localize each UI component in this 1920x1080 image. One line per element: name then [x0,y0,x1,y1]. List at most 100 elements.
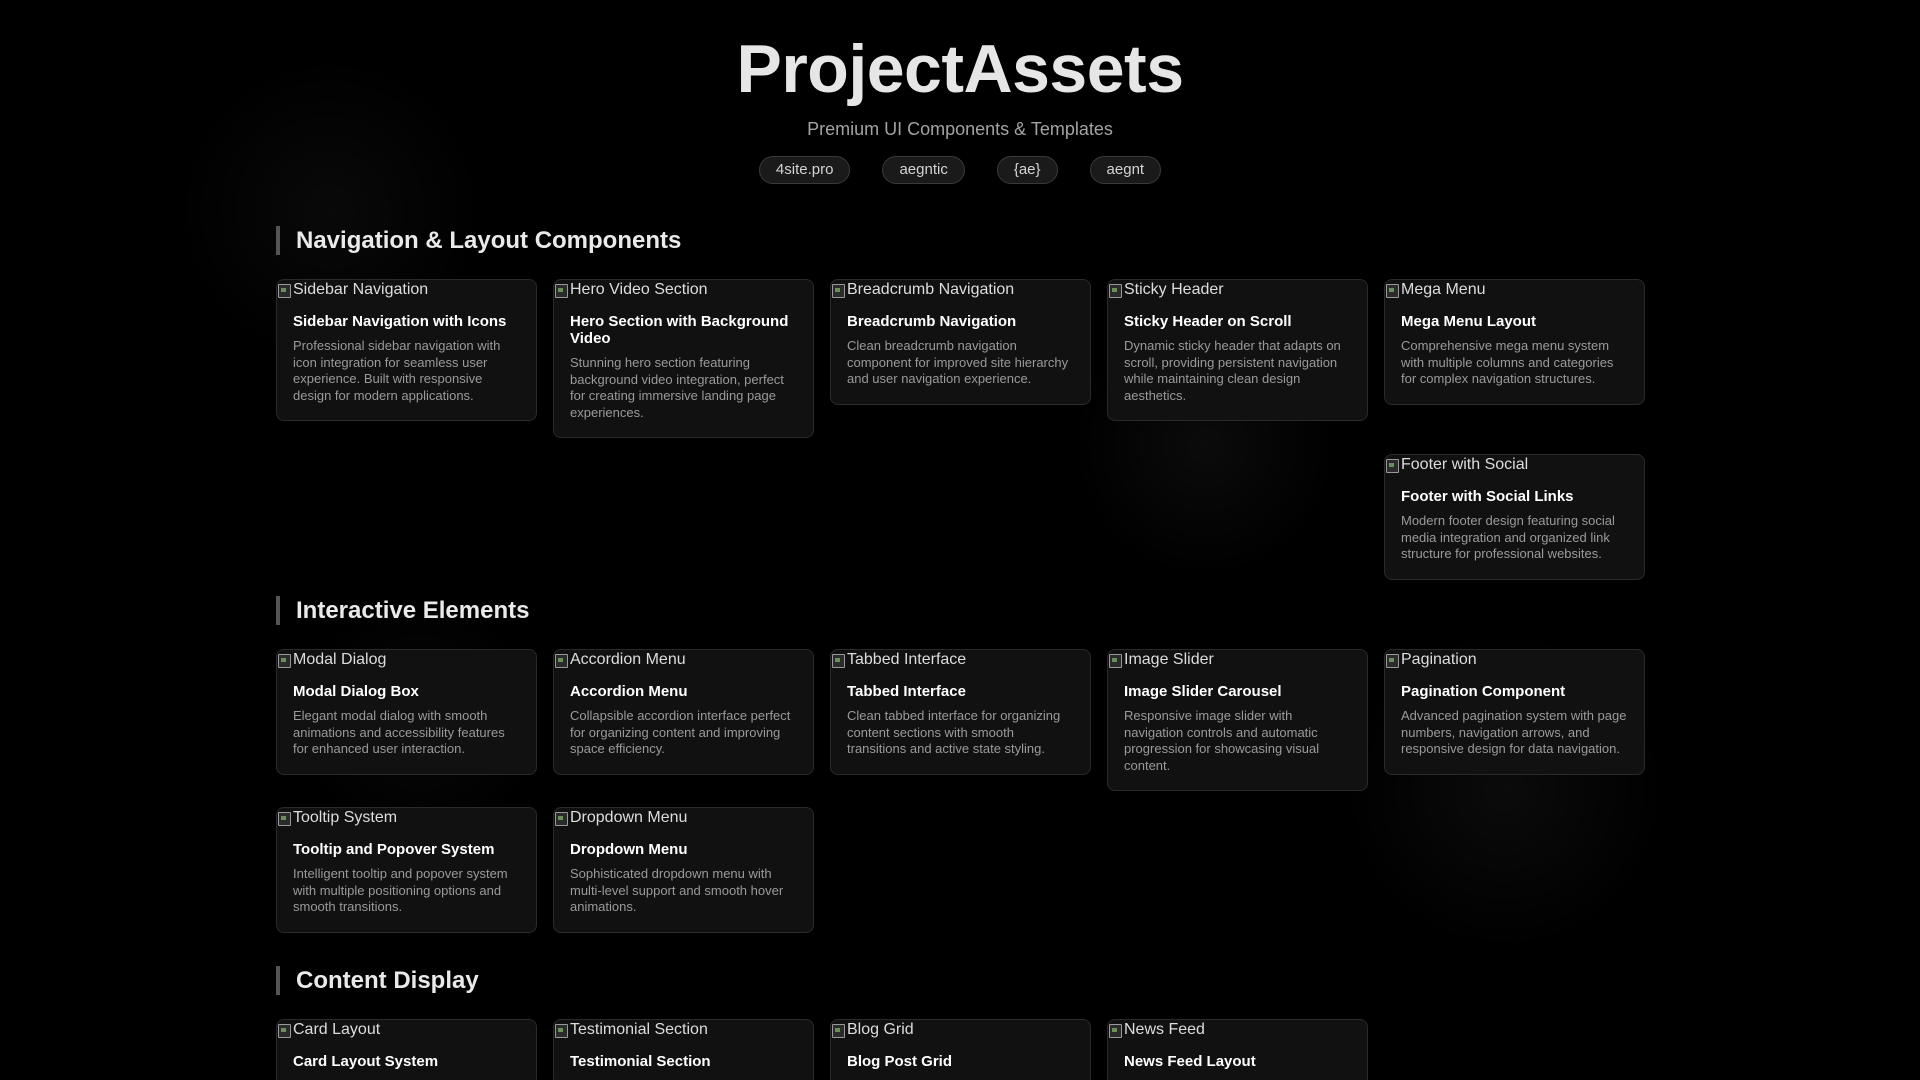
broken-image-icon [831,652,845,668]
site-title: ProjectAssets [736,31,1184,107]
broken-image-icon [1108,282,1122,298]
card-body: Card Layout System [277,1039,536,1070]
component-card[interactable]: Hero Video Section Hero Section with Back… [553,279,814,438]
component-card[interactable]: Image Slider Image Slider Carousel Respons… [1107,649,1368,791]
component-card[interactable]: Sidebar Navigation Sidebar Navigation wit… [276,279,537,421]
section-title: Interactive Elements [276,596,1644,625]
component-card[interactable]: Tabbed Interface Tabbed Interface Clean ta… [830,649,1091,775]
card-body: Pagination Component Advanced pagination … [1385,669,1644,758]
card-description: Stunning hero section featuring backgrou… [570,355,784,420]
tag-4site-pro[interactable]: 4site.pro [758,156,851,184]
broken-image-icon [554,810,568,826]
card-image: Mega Menu [1385,280,1644,299]
card-image: Card Layout [277,1020,536,1039]
card-image: Tooltip System [277,808,536,827]
site-header: ProjectAssets Premium UI Components & Te… [0,0,1920,184]
tag-aegntic[interactable]: aegntic [882,156,965,184]
card-body: Testimonial Section [554,1039,813,1070]
component-grid: Modal Dialog Modal Dialog Box Elegant moda… [276,649,1645,933]
component-card[interactable]: Modal Dialog Modal Dialog Box Elegant moda… [276,649,537,775]
card-title: Image Slider Carousel [1124,683,1282,700]
section-1: Interactive Elements Modal Dialog Modal Di… [276,596,1645,933]
component-card[interactable]: Breadcrumb Navigation Breadcrumb Navigati… [830,279,1091,405]
tag-ae[interactable]: {ae} [996,156,1058,184]
card-image: News Feed [1108,1020,1367,1039]
card-image-alt-text: Modal Dialog [293,651,387,668]
section-2: Content Display Card Layout Card Layout Sy… [276,966,1644,1080]
broken-image-icon [1385,282,1399,298]
card-title: Testimonial Section [570,1053,711,1070]
card-image: Sidebar Navigation [277,280,536,299]
card-image-alt-text: Footer with Social [1401,456,1529,473]
component-card[interactable]: Accordion Menu Accordion Menu Collapsible … [553,649,814,775]
card-description: Modern footer design featuring social me… [1401,513,1615,561]
section-title: Navigation & Layout Components [276,226,1644,255]
broken-image-icon [1108,1022,1122,1038]
card-image: Breadcrumb Navigation [831,280,1090,299]
broken-image-icon [831,1022,845,1038]
card-image-alt-text: Tabbed Interface [847,651,967,668]
card-title: Accordion Menu [570,683,688,700]
card-image-alt-text: Accordion Menu [570,651,686,668]
card-title: Modal Dialog Box [293,683,419,700]
card-title: Pagination Component [1401,683,1566,700]
card-image-alt-text: Breadcrumb Navigation [847,281,1015,298]
card-image: Sticky Header [1108,280,1367,299]
card-title: Mega Menu Layout [1401,313,1537,330]
card-image: Dropdown Menu [554,808,813,827]
component-card[interactable]: Blog Grid Blog Post Grid [830,1019,1091,1080]
broken-image-icon [277,810,291,826]
broken-image-icon [277,282,291,298]
section-0: Navigation & Layout Components Sidebar Na… [276,226,1645,580]
broken-image-icon [554,652,568,668]
card-title: Tabbed Interface [847,683,966,700]
component-card[interactable]: Pagination Pagination Component Advanced p… [1384,649,1645,775]
component-grid: Sidebar Navigation Sidebar Navigation wit… [276,279,1645,580]
site-subtitle: Premium UI Components & Templates [807,119,1113,139]
card-description: Clean breadcrumb navigation component fo… [847,338,1069,386]
card-title: Sticky Header on Scroll [1124,313,1292,330]
component-card[interactable]: Mega Menu Mega Menu Layout Comprehensive m… [1384,279,1645,405]
broken-image-icon [554,1022,568,1038]
card-image-alt-text: Testimonial Section [570,1021,708,1038]
component-card[interactable]: Footer with Social Footer with Social Lin… [1384,454,1645,580]
card-body: News Feed Layout [1108,1039,1367,1070]
component-card[interactable]: Sticky Header Sticky Header on Scroll Dyna… [1107,279,1368,421]
card-title: Sidebar Navigation with Icons [293,313,507,330]
card-image-alt-text: Dropdown Menu [570,809,688,826]
component-card[interactable]: Card Layout Card Layout System [276,1019,537,1080]
card-image: Modal Dialog [277,650,536,669]
card-description: Intelligent tooltip and popover system w… [293,866,508,914]
card-description: Elegant modal dialog with smooth animati… [293,708,505,756]
card-image-alt-text: Sticky Header [1124,281,1224,298]
component-card[interactable]: Dropdown Menu Dropdown Menu Sophisticated … [553,807,814,933]
card-body: Tooltip and Popover System Intelligent to… [277,827,536,916]
card-image: Accordion Menu [554,650,813,669]
card-image-alt-text: Blog Grid [847,1021,914,1038]
card-body: Sticky Header on Scroll Dynamic sticky he… [1108,299,1367,404]
card-image-alt-text: Hero Video Section [570,281,708,298]
broken-image-icon [831,282,845,298]
card-title: Dropdown Menu [570,841,688,858]
card-title: Hero Section with Background Video [570,313,789,347]
card-image-alt-text: Mega Menu [1401,281,1486,298]
card-title: Tooltip and Popover System [293,841,495,858]
card-image: Hero Video Section [554,280,813,299]
tag-aegnt[interactable]: aegnt [1089,156,1162,184]
component-card[interactable]: Testimonial Section Testimonial Section [553,1019,814,1080]
card-body: Modal Dialog Box Elegant modal dialog wit… [277,669,536,758]
broken-image-icon [1385,652,1399,668]
card-title: Breadcrumb Navigation [847,313,1017,330]
card-description: Sophisticated dropdown menu with multi-l… [570,866,784,914]
card-title: Card Layout System [293,1053,439,1070]
card-description: Advanced pagination system with page num… [1401,708,1627,756]
card-image: Blog Grid [831,1020,1090,1039]
component-card[interactable]: News Feed News Feed Layout [1107,1019,1368,1080]
card-image: Pagination [1385,650,1644,669]
card-image-alt-text: Card Layout [293,1021,381,1038]
component-card[interactable]: Tooltip System Tooltip and Popover System… [276,807,537,933]
card-description: Responsive image slider with navigation … [1124,708,1320,773]
card-image-alt-text: Tooltip System [293,809,398,826]
card-image-alt-text: Sidebar Navigation [293,281,429,298]
card-image-alt-text: News Feed [1124,1021,1205,1038]
